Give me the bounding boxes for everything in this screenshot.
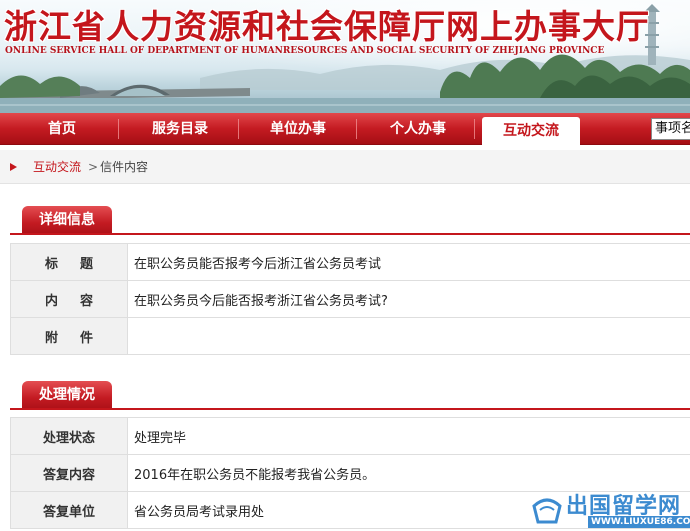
table-row: 附件	[10, 317, 690, 355]
nav-divider	[238, 119, 239, 139]
section-divider	[10, 233, 690, 235]
row-value-title: 在职公务员能否报考今后浙江省公务员考试	[127, 243, 690, 281]
section-divider	[10, 408, 690, 410]
site-title: 浙江省人力资源和社会保障厅网上办事大厅	[4, 7, 650, 46]
breadcrumb: 互动交流 > 信件内容	[0, 150, 690, 184]
watermark-logo-icon	[532, 498, 562, 524]
table-row: 处理状态 处理完毕	[10, 417, 690, 455]
table-row: 标题 在职公务员能否报考今后浙江省公务员考试	[10, 243, 690, 281]
table-row: 答复内容 2016年在职公务员不能报考我省公务员。	[10, 454, 690, 492]
search-input[interactable]: 事项名	[651, 118, 690, 140]
nav-item-unit-affairs[interactable]: 单位办事	[246, 113, 350, 145]
nav-item-service-catalog[interactable]: 服务目录	[128, 113, 232, 145]
breadcrumb-arrow-icon	[10, 163, 17, 171]
breadcrumb-link-interaction[interactable]: 互动交流	[33, 150, 81, 184]
nav-item-home[interactable]: 首页	[12, 113, 112, 145]
site-watermark: 出国留学网 WWW.LIUXUE86.COM	[530, 488, 690, 531]
row-label-title: 标题	[10, 243, 128, 281]
nav-divider	[356, 119, 357, 139]
row-label-status: 处理状态	[10, 417, 128, 455]
row-value-attachment	[127, 317, 690, 355]
row-label-content: 内容	[10, 280, 128, 318]
nav-divider	[118, 119, 119, 139]
header-banner: 浙江省人力资源和社会保障厅网上办事大厅 ONLINE SERVICE HALL …	[0, 0, 690, 113]
breadcrumb-current: 信件内容	[100, 160, 149, 174]
nav-item-personal-affairs[interactable]: 个人办事	[366, 113, 470, 145]
row-value-status: 处理完毕	[127, 417, 690, 455]
row-value-reply-content: 2016年在职公务员不能报考我省公务员。	[127, 454, 690, 492]
main-nav: 首页 服务目录 单位办事 个人办事 互动交流 事项名	[0, 113, 690, 147]
nav-divider	[474, 119, 475, 139]
watermark-url: WWW.LIUXUE86.COM	[588, 516, 690, 528]
site-subtitle: ONLINE SERVICE HALL OF DEPARTMENT OF HUM…	[5, 46, 605, 56]
detail-table: 标题 在职公务员能否报考今后浙江省公务员考试 内容 在职公务员今后能否报考浙江省…	[10, 243, 690, 355]
detail-section-heading: 详细信息	[22, 206, 112, 234]
nav-item-interaction[interactable]: 互动交流	[482, 117, 580, 147]
table-row: 内容 在职公务员今后能否报考浙江省公务员考试?	[10, 280, 690, 318]
row-value-content: 在职公务员今后能否报考浙江省公务员考试?	[127, 280, 690, 318]
processing-section-heading: 处理情况	[22, 381, 112, 409]
row-label-attachment: 附件	[10, 317, 128, 355]
breadcrumb-separator: >	[88, 160, 99, 174]
row-label-reply-content: 答复内容	[10, 454, 128, 492]
row-label-reply-unit: 答复单位	[10, 491, 128, 529]
